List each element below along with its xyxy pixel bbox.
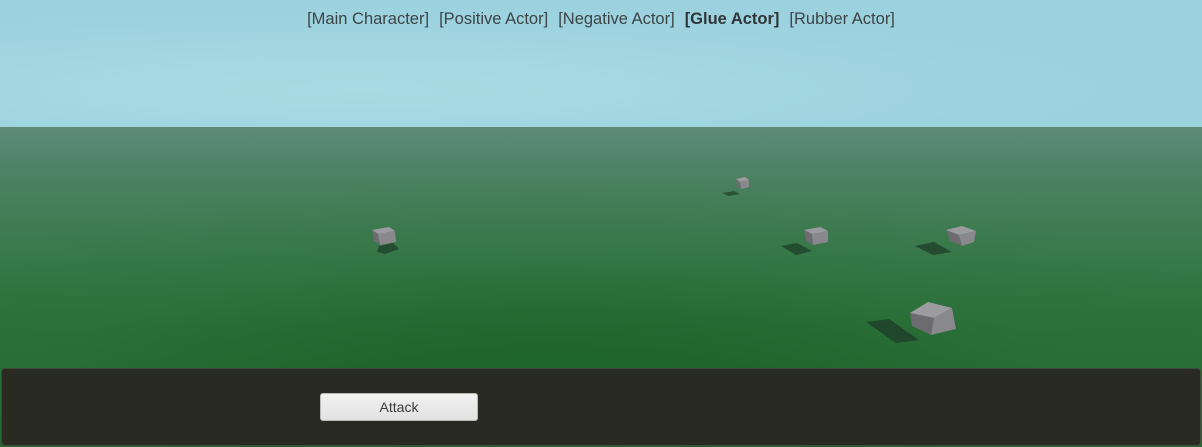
- actor-option-glue[interactable]: [Glue Actor]: [685, 10, 780, 29]
- cube-shadow: [915, 242, 952, 255]
- game-viewport[interactable]: [Main Character] [Positive Actor] [Negat…: [0, 0, 1202, 447]
- actor-selector: [Main Character] [Positive Actor] [Negat…: [0, 10, 1202, 29]
- actor-option-positive[interactable]: [Positive Actor]: [439, 10, 548, 29]
- cube-actor[interactable]: [781, 227, 828, 255]
- cube-shadow: [866, 319, 919, 343]
- attack-button[interactable]: Attack: [320, 393, 478, 421]
- cube-shadow: [781, 243, 812, 255]
- cube-shadow: [722, 191, 740, 196]
- actor-option-main-character[interactable]: [Main Character]: [307, 10, 429, 29]
- cube-actor[interactable]: [866, 302, 956, 343]
- cube-actor[interactable]: [722, 177, 749, 196]
- control-panel: [1, 368, 1201, 446]
- cube-actor[interactable]: [372, 227, 399, 254]
- actor-option-negative[interactable]: [Negative Actor]: [558, 10, 674, 29]
- actor-option-rubber[interactable]: [Rubber Actor]: [789, 10, 894, 29]
- cube-actor[interactable]: [915, 226, 976, 255]
